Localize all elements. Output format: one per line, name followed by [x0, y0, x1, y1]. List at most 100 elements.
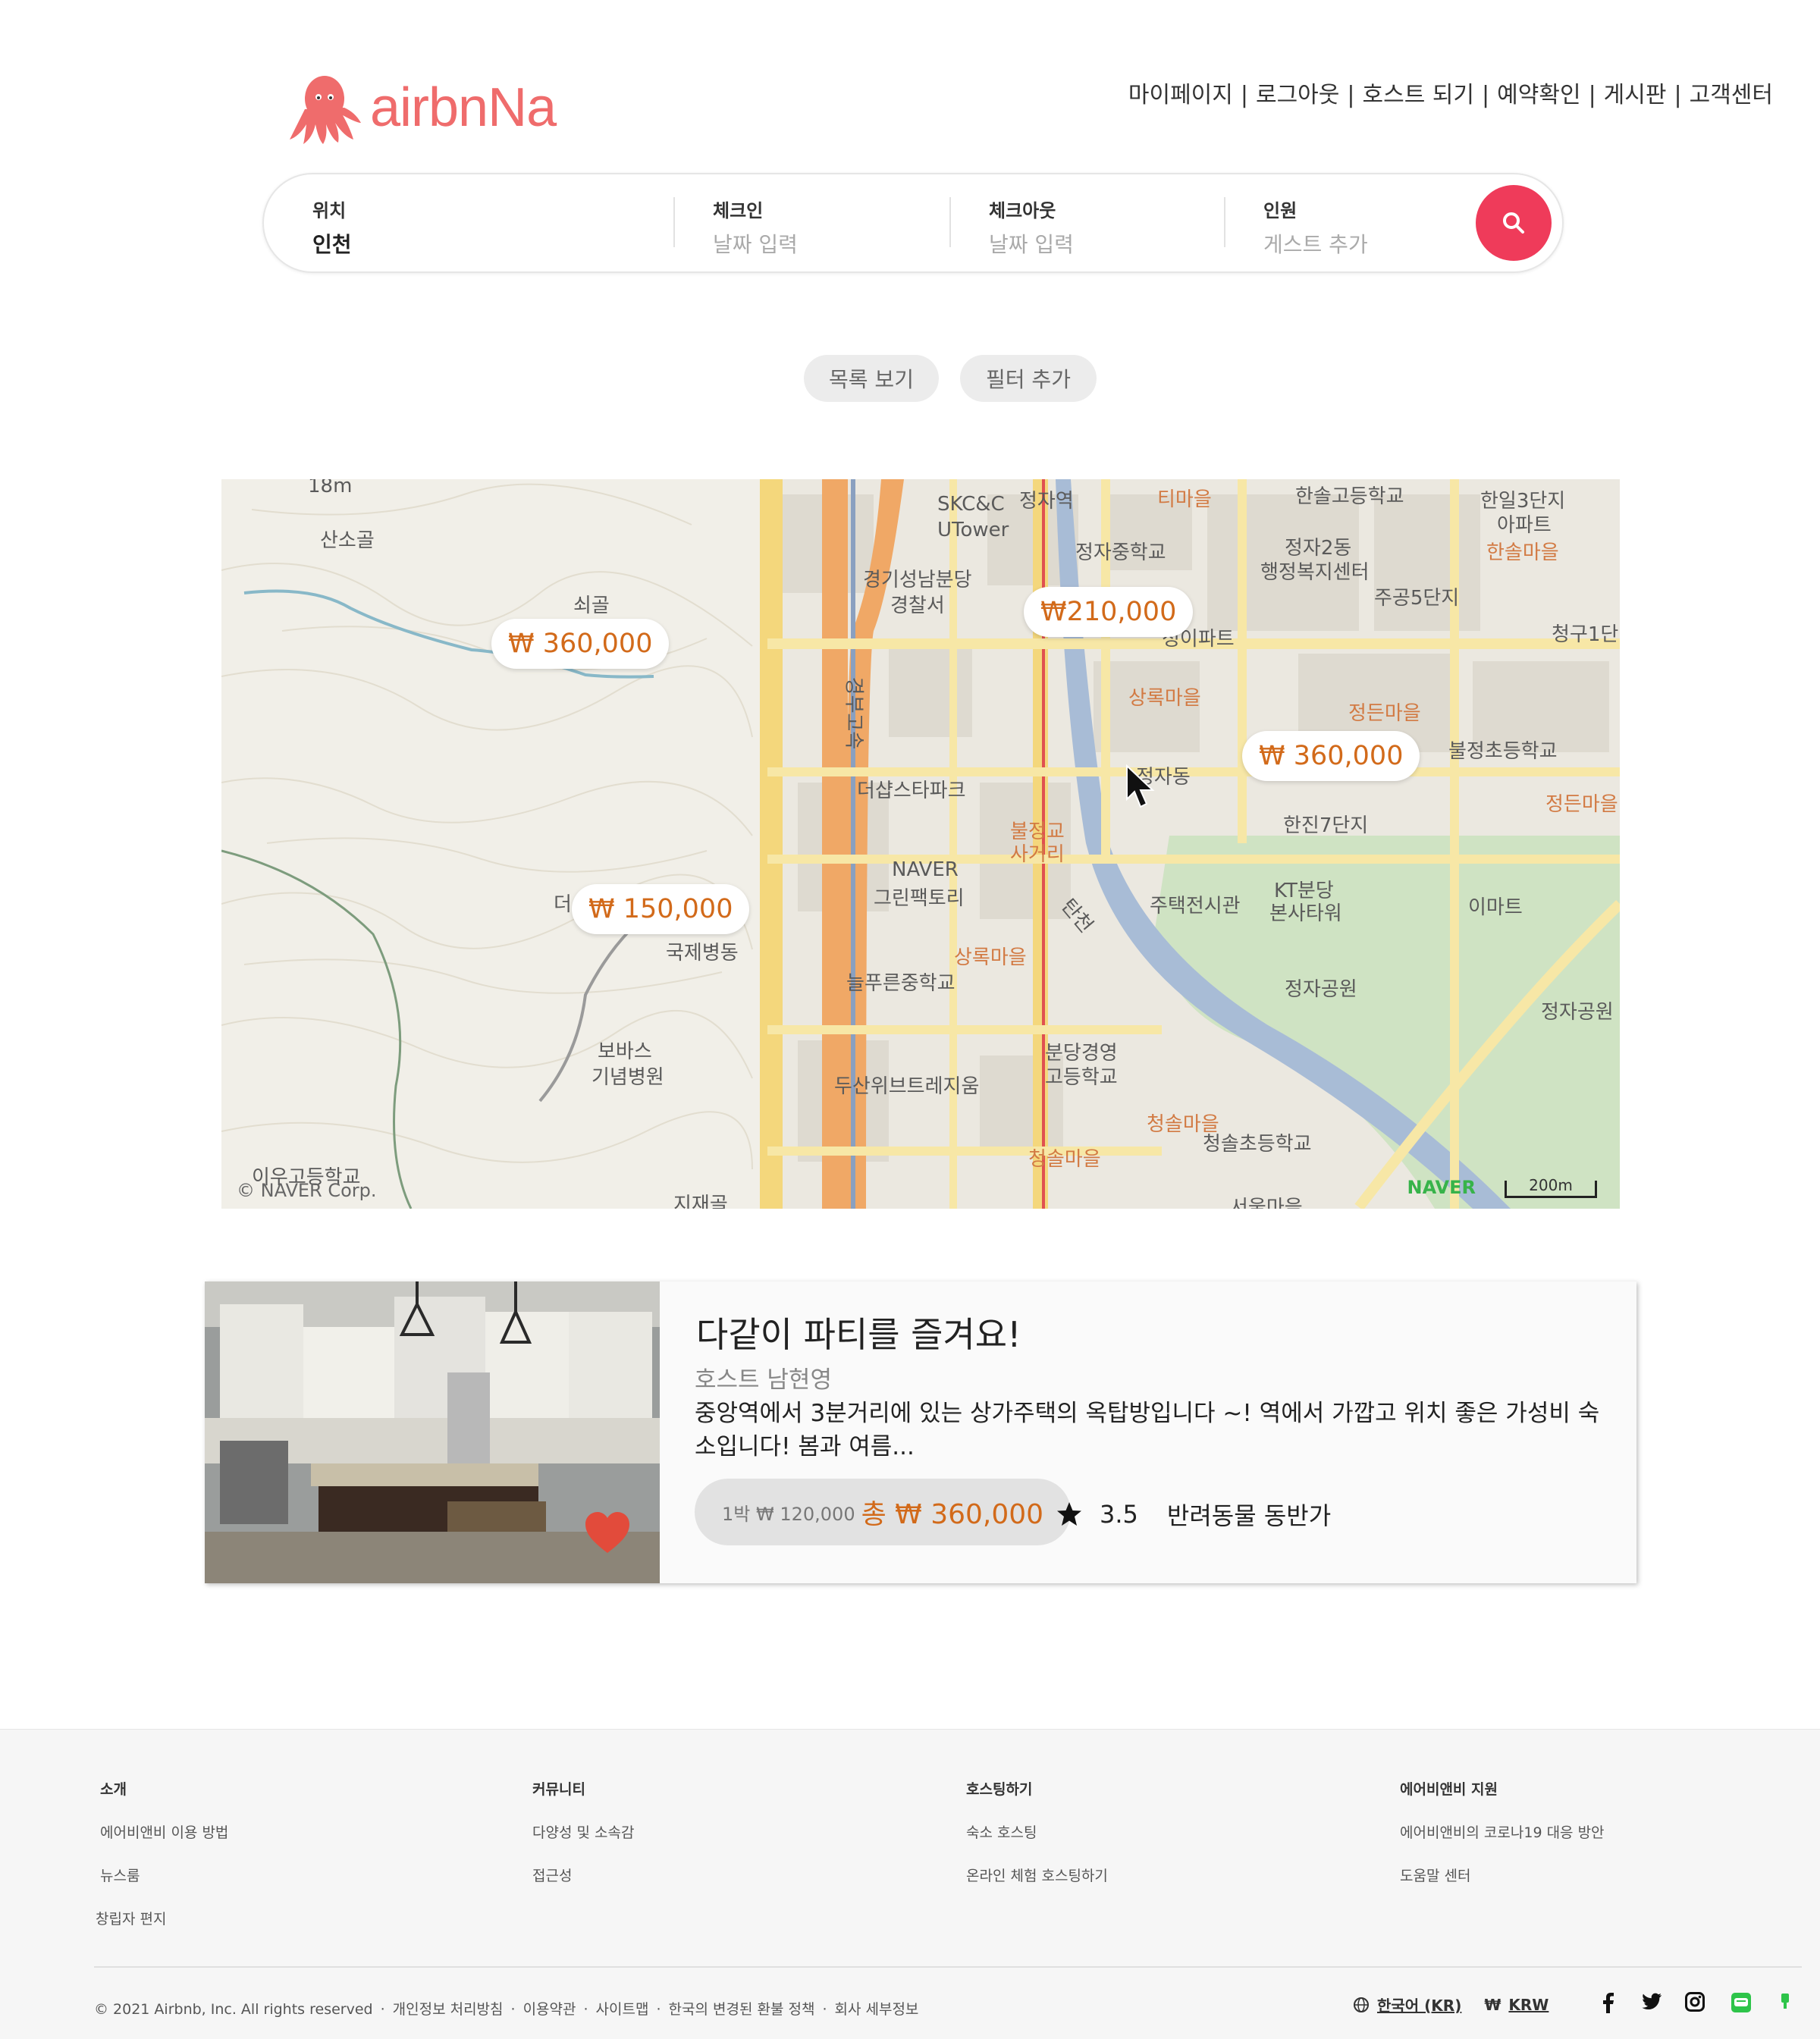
map-label: 상록마을 — [954, 946, 1027, 969]
map-label: SKC&C — [937, 493, 1005, 516]
map-label: 그린팩토리 — [874, 887, 965, 910]
map-scale: 200m — [1505, 1178, 1597, 1198]
footer-divider — [94, 1966, 1802, 1968]
listing-description: 중앙역에서 3분거리에 있는 상가주택의 옥탑방입니다 ~! 역에서 가깝고 위… — [695, 1400, 1600, 1460]
footer-link[interactable]: 다양성 및 소속감 — [532, 1821, 634, 1842]
refund-policy-link[interactable]: 한국의 변경된 환불 정책 — [669, 2001, 815, 2018]
divider — [1224, 197, 1225, 247]
footer-column-hosting: 호스팅하기 숙소 호스팅 온라인 체험 호스팅하기 — [966, 1778, 1108, 1908]
footer-link[interactable]: 에어비앤비 이용 방법 — [100, 1821, 228, 1842]
instagram-icon[interactable] — [1685, 1992, 1705, 2012]
map-label: 주공5단지 — [1374, 587, 1460, 610]
checkin-field[interactable]: 체크인 날짜 입력 — [713, 196, 798, 259]
map-label: 정자역 — [1019, 490, 1074, 513]
guests-input[interactable]: 게스트 추가 — [1263, 228, 1368, 259]
map-label: 청솔초등학교 — [1203, 1133, 1312, 1156]
map-label: 쇠골 — [573, 594, 610, 617]
map-label: 정든마을 — [1545, 793, 1618, 816]
map-label: 티마을 — [1157, 488, 1212, 511]
rating-value: 3.5 — [1100, 1500, 1138, 1529]
list-view-button[interactable]: 목록 보기 — [804, 355, 939, 402]
brand-name: airbnNa — [370, 77, 557, 138]
brand-logo[interactable]: airbnNa — [288, 70, 557, 146]
map-label: 국제병동 — [666, 942, 739, 965]
pet-friendly: 반려동물 동반가 — [1166, 1501, 1332, 1530]
footer-link[interactable]: 온라인 체험 호스팅하기 — [966, 1865, 1108, 1885]
company-details-link[interactable]: 회사 세부정보 — [834, 2001, 918, 2018]
currency-selector[interactable]: KRW — [1508, 1996, 1549, 2014]
listing-card[interactable]: 다같이 파티를 즐겨요! 호스트 남현영 중앙역에서 3분거리에 있는 상가주택… — [205, 1281, 1636, 1583]
language-selector[interactable]: 한국어 (KR) — [1377, 1994, 1461, 2015]
map-label: 정자공원 — [1541, 1001, 1614, 1024]
search-button[interactable] — [1476, 185, 1552, 261]
footer-link[interactable]: 뉴스룸 — [100, 1865, 228, 1885]
footer-heading: 소개 — [100, 1781, 127, 1798]
footer-column-support: 에어비앤비 지원 에어비앤비의 코로나19 대응 방안 도움말 센터 — [1400, 1778, 1605, 1908]
footer-legal: © 2021 Airbnb, Inc. All rights reserved ·… — [94, 2001, 919, 2018]
price-badge: 1박 ₩ 120,000 총 ₩ 360,000 — [695, 1479, 1072, 1545]
footer-link[interactable]: 숙소 호스팅 — [966, 1821, 1108, 1842]
footer-column-community: 커뮤니티 다양성 및 소속감 접근성 — [532, 1778, 634, 1908]
map-label: 두산위브트레지움 — [834, 1075, 980, 1098]
map-label: 청솔마을 — [1028, 1148, 1101, 1171]
map-label: 늘푸른중학교 — [846, 972, 956, 995]
map-label: 고등학교 — [1045, 1066, 1118, 1089]
checkin-label: 체크인 — [713, 200, 764, 221]
map-label: 더샵스타파크 — [857, 780, 966, 802]
privacy-link[interactable]: 개인정보 처리방침 — [393, 2001, 504, 2018]
search-bar: 위치 인천 체크인 날짜 입력 체크아웃 날짜 입력 인원 게스트 추가 — [262, 173, 1564, 273]
checkout-input[interactable]: 날짜 입력 — [989, 228, 1074, 259]
location-label: 위치 — [312, 200, 347, 221]
nav-mypage[interactable]: 마이페이지 — [1128, 82, 1233, 108]
footer-link[interactable]: 도움말 센터 — [1400, 1865, 1605, 1885]
map[interactable]: 산소골 쇠골 SKC&C UTower 정자역 티마을 한솔고등학교 한일3단지… — [221, 479, 1620, 1209]
price-pin[interactable]: ₩210,000 — [1024, 587, 1194, 637]
map-label: 사거리 — [1010, 843, 1065, 866]
map-label: 주택전시관 — [1150, 895, 1241, 918]
footer-column-about: 소개 에어비앤비 이용 방법 뉴스룸 창립자 편지 — [96, 1778, 228, 1951]
twitter-icon[interactable] — [1641, 1992, 1662, 2012]
cursor-icon — [1126, 764, 1155, 808]
per-night-price: 1박 ₩ 120,000 — [722, 1503, 855, 1525]
top-navigation: 마이페이지 | 로그아웃 | 호스트 되기 | 예약확인 | 게시판 | 고객센터 — [1128, 82, 1773, 108]
line-icon[interactable] — [1731, 1992, 1752, 2013]
octopus-icon — [290, 76, 361, 144]
guests-field[interactable]: 인원 게스트 추가 — [1263, 196, 1368, 259]
map-label: 지재골 — [673, 1194, 728, 1209]
map-label: 정자중학교 — [1075, 541, 1166, 564]
map-label: 행정복지센터 — [1260, 561, 1370, 584]
nav-become-host[interactable]: 호스트 되기 — [1363, 82, 1475, 108]
nav-customer-center[interactable]: 고객센터 — [1690, 82, 1773, 108]
footer-link[interactable]: 창립자 편지 — [96, 1908, 228, 1928]
price-pin[interactable]: ₩ 360,000 — [491, 619, 670, 669]
checkout-label: 체크아웃 — [989, 200, 1056, 221]
heart-icon[interactable] — [584, 1510, 631, 1554]
sitemap-link[interactable]: 사이트맵 — [596, 2001, 649, 2018]
nav-logout[interactable]: 로그아웃 — [1256, 82, 1339, 108]
price-pin[interactable]: ₩ 360,000 — [1242, 731, 1420, 781]
price-pin[interactable]: ₩ 150,000 — [572, 884, 750, 934]
map-label: 기념병원 — [592, 1066, 664, 1089]
footer-heading: 커뮤니티 — [532, 1781, 585, 1798]
location-field[interactable]: 위치 인천 — [312, 196, 352, 259]
footer-link[interactable]: 접근성 — [532, 1865, 634, 1885]
terms-link[interactable]: 이용약관 — [523, 2001, 576, 2018]
facebook-icon[interactable] — [1600, 1992, 1615, 2013]
listing-title[interactable]: 다같이 파티를 즐겨요! — [696, 1307, 1021, 1357]
footer-heading: 호스팅하기 — [966, 1781, 1033, 1798]
nav-board[interactable]: 게시판 — [1604, 82, 1667, 108]
nav-reservations[interactable]: 예약확인 — [1497, 82, 1580, 108]
naver-logo: NAVER — [1407, 1177, 1476, 1198]
footer-link[interactable]: 에어비앤비의 코로나19 대응 방안 — [1400, 1821, 1605, 1842]
search-icon — [1503, 212, 1524, 234]
add-filter-button[interactable]: 필터 추가 — [960, 355, 1097, 402]
location-value[interactable]: 인천 — [312, 228, 352, 259]
listing-host: 호스트 남현영 — [695, 1366, 832, 1394]
map-label: 정든마을 — [1348, 702, 1421, 725]
naver-blog-icon[interactable] — [1779, 1992, 1791, 2013]
map-label: 산소골 — [320, 529, 375, 552]
checkout-field[interactable]: 체크아웃 날짜 입력 — [989, 196, 1074, 259]
map-copyright: © NAVER Corp. — [237, 1180, 377, 1201]
checkin-input[interactable]: 날짜 입력 — [713, 228, 798, 259]
map-label: 경부고속 — [842, 676, 865, 750]
